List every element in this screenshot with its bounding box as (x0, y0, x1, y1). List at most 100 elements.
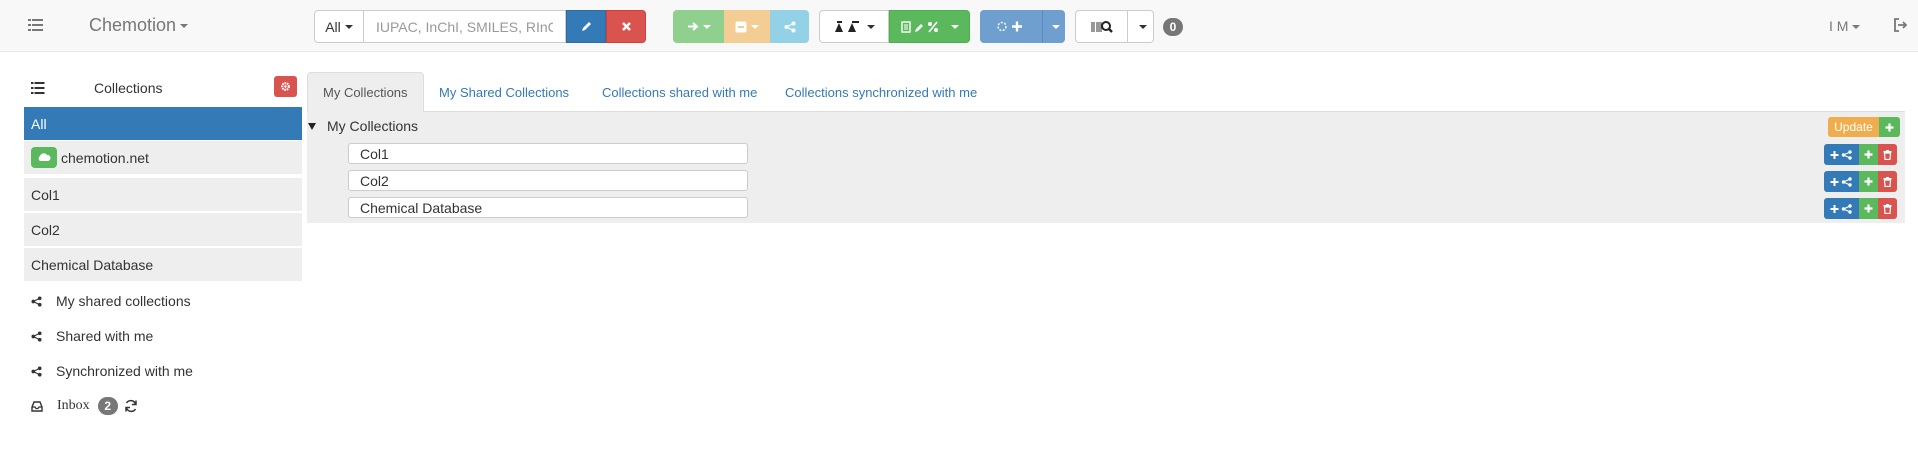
share-collection-button[interactable] (1824, 144, 1859, 165)
sidebar-item-col1[interactable]: Col1 (24, 178, 302, 212)
tab-label: My Collections (323, 85, 408, 100)
tab-label: My Shared Collections (439, 84, 570, 100)
tab-my-collections[interactable]: My Collections (307, 72, 424, 113)
barcode-scan-button[interactable] (1075, 10, 1128, 43)
cloud-icon (31, 147, 57, 168)
notification-badge[interactable]: 0 (1163, 18, 1183, 36)
barcode-scan-dropdown[interactable] (1128, 10, 1154, 43)
collection-row-actions (1824, 198, 1897, 219)
scientist-icon (835, 21, 859, 32)
tab-my-shared-collections[interactable]: My Shared Collections (424, 72, 584, 112)
user-switch-button[interactable] (819, 10, 889, 43)
caret-down-icon (702, 24, 711, 29)
structure-editor-button[interactable] (566, 10, 606, 43)
sidebar-link-label: Synchronized with me (56, 363, 193, 379)
search-input[interactable] (364, 10, 566, 43)
brand-dropdown[interactable]: Chemotion (89, 15, 189, 36)
sidebar-link-my-shared-collections[interactable]: My shared collections (24, 291, 191, 311)
report-button[interactable] (889, 10, 970, 43)
add-subcollection-button[interactable] (1859, 171, 1878, 192)
list-icon (31, 82, 45, 94)
collections-title: Collections (94, 80, 163, 96)
plus-share-icon (1830, 149, 1852, 160)
minus-square-icon (735, 21, 747, 32)
sidebar-link-inbox[interactable]: Inbox 2 (24, 396, 152, 416)
delete-collection-button[interactable] (1878, 144, 1897, 165)
brand-label: Chemotion (89, 15, 177, 35)
sidebar-item-chemotion-net[interactable]: chemotion.net (24, 141, 302, 175)
create-element-button[interactable] (980, 10, 1042, 43)
plus-icon (1864, 177, 1873, 186)
collection-tabs: My Collections My Shared Collections Col… (307, 72, 1905, 113)
plus-icon (1864, 150, 1873, 159)
search-group: All (314, 10, 646, 43)
sidebar-toggle-icon[interactable] (28, 18, 48, 34)
search-scope-label: All (325, 18, 341, 35)
barcode-search-icon (1090, 20, 1113, 33)
collection-settings-button[interactable] (274, 76, 297, 97)
create-element-dropdown[interactable] (1042, 10, 1065, 43)
collection-name-input[interactable] (348, 143, 748, 164)
collection-name-input[interactable] (348, 197, 748, 218)
sidebar-item-label: chemotion.net (61, 149, 149, 166)
collections-header: Collections (24, 76, 302, 102)
inbox-icon (31, 400, 43, 412)
sidebar-link-synchronized-with-me[interactable]: Synchronized with me (24, 361, 193, 381)
caret-down-icon (180, 24, 189, 29)
close-icon (621, 22, 631, 31)
collection-name-input[interactable] (348, 170, 748, 191)
share-button[interactable] (770, 10, 809, 43)
tab-label: Collections synchronized with me (785, 84, 978, 100)
caret-down-icon (950, 24, 959, 29)
trash-icon (1883, 176, 1892, 187)
tab-label: Collections shared with me (602, 84, 758, 100)
share-collection-button[interactable] (1824, 171, 1859, 192)
tab-collections-synchronized-with-me[interactable]: Collections synchronized with me (770, 72, 992, 112)
sidebar-item-chemical-database[interactable]: Chemical Database (24, 248, 302, 282)
search-scope-select[interactable]: All (314, 10, 364, 43)
delete-collection-button[interactable] (1878, 198, 1897, 219)
inbox-label: Inbox (57, 398, 90, 413)
move-button[interactable] (673, 10, 724, 43)
inbox-count-badge: 2 (97, 397, 118, 415)
remove-button[interactable] (724, 10, 770, 43)
add-subcollection-button[interactable] (1859, 144, 1878, 165)
sidebar-item-label: Chemical Database (31, 256, 154, 273)
caret-down-icon (344, 24, 353, 29)
caret-down-icon (1138, 24, 1147, 29)
sidebar-link-shared-with-me[interactable]: Shared with me (24, 326, 153, 346)
plus-share-icon (1830, 176, 1852, 187)
share-icon (31, 365, 42, 377)
update-button[interactable]: Update (1828, 117, 1879, 137)
add-collection-button[interactable] (1879, 117, 1900, 137)
plus-icon (1885, 123, 1894, 131)
tree-collapse-icon[interactable] (307, 119, 317, 130)
caret-down-icon (1852, 25, 1861, 30)
arrow-right-icon (687, 22, 699, 31)
refresh-icon[interactable] (124, 399, 138, 413)
caret-down-icon (751, 24, 759, 29)
pencil-icon (581, 22, 591, 31)
trash-icon (1883, 149, 1892, 160)
caret-down-icon (867, 24, 875, 29)
sidebar-item-label: All (31, 115, 47, 132)
trash-icon (1883, 203, 1892, 214)
user-menu[interactable]: I M (1829, 18, 1861, 34)
gear-icon (281, 82, 290, 91)
sidebar-item-all[interactable]: All (24, 107, 302, 141)
add-subcollection-button[interactable] (1859, 198, 1878, 219)
sample-add-icon (997, 21, 1022, 32)
top-navbar: Chemotion All 0 I M (0, 0, 1918, 52)
share-icon (31, 330, 42, 342)
sidebar-item-col2[interactable]: Col2 (24, 213, 302, 247)
clear-search-button[interactable] (606, 10, 646, 43)
sidebar-item-label: Col1 (31, 186, 60, 203)
sidebar-link-label: My shared collections (56, 293, 191, 309)
share-icon (784, 21, 795, 32)
user-initials: I M (1829, 18, 1849, 34)
update-label: Update (1834, 120, 1873, 134)
tab-collections-shared-with-me[interactable]: Collections shared with me (587, 72, 772, 112)
delete-collection-button[interactable] (1878, 171, 1897, 192)
logout-icon[interactable] (1893, 18, 1909, 34)
share-collection-button[interactable] (1824, 198, 1859, 219)
